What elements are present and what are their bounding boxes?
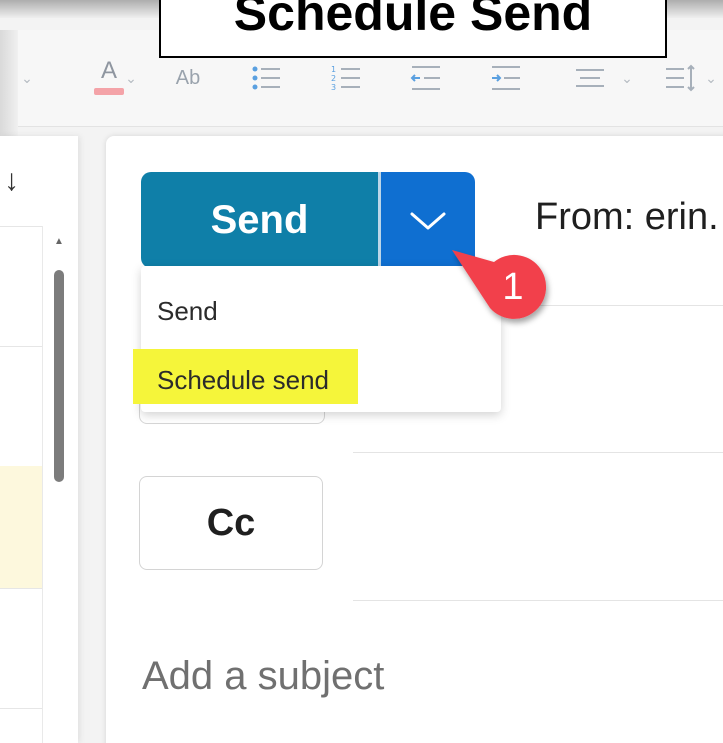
subject-input[interactable] bbox=[142, 646, 702, 706]
menu-item-label: Schedule send bbox=[157, 365, 330, 395]
svg-text:1: 1 bbox=[331, 65, 336, 74]
clear-formatting-icon[interactable]: Ab bbox=[168, 60, 208, 96]
align-icon[interactable] bbox=[570, 60, 610, 96]
send-split-button: Send bbox=[141, 172, 475, 268]
decrease-indent-icon[interactable] bbox=[406, 60, 446, 96]
chevron-down-icon[interactable]: ⌄ bbox=[704, 68, 718, 88]
list-item[interactable] bbox=[0, 466, 42, 588]
menu-item-schedule-send[interactable]: Schedule send bbox=[133, 346, 501, 406]
list-divider bbox=[0, 226, 42, 227]
chevron-down-icon bbox=[410, 212, 446, 230]
list-divider bbox=[0, 708, 42, 709]
scrollbar-thumb[interactable] bbox=[54, 270, 64, 482]
line-spacing-icon[interactable] bbox=[660, 60, 700, 96]
step-number: 1 bbox=[502, 266, 524, 308]
list-divider bbox=[0, 346, 42, 347]
list-divider bbox=[0, 588, 42, 589]
send-options-menu: Send Schedule send bbox=[133, 266, 501, 412]
scroll-up-arrow-icon[interactable]: ▲ bbox=[54, 236, 64, 247]
sort-glyph: ↓ bbox=[4, 164, 19, 197]
caption-box: Schedule Send bbox=[159, 0, 667, 58]
field-divider bbox=[353, 600, 723, 601]
increase-indent-icon[interactable] bbox=[486, 60, 526, 96]
menu-item-send[interactable]: Send bbox=[141, 274, 501, 334]
send-button[interactable]: Send bbox=[141, 172, 378, 268]
list-separator bbox=[42, 226, 43, 743]
svg-text:2: 2 bbox=[331, 74, 336, 83]
numbering-icon[interactable]: 1 2 3 bbox=[326, 60, 366, 96]
message-list-pane: ↓ ▲ bbox=[0, 136, 78, 743]
chevron-down-icon[interactable]: ⌄ bbox=[20, 68, 34, 88]
chevron-down-icon[interactable]: ⌄ bbox=[124, 68, 138, 88]
font-color-bar bbox=[94, 88, 124, 95]
svg-text:3: 3 bbox=[331, 83, 336, 92]
cc-button[interactable]: Cc bbox=[139, 476, 323, 570]
caption-title: Schedule Send bbox=[233, 0, 593, 41]
sort-icon[interactable]: ↓ bbox=[4, 166, 19, 196]
chevron-down-icon[interactable]: ⌄ bbox=[620, 68, 634, 88]
field-divider bbox=[353, 452, 723, 453]
font-color-icon[interactable]: A bbox=[92, 56, 126, 100]
from-field[interactable]: From: erin. bbox=[535, 196, 719, 239]
clear-formatting-glyph: Ab bbox=[175, 67, 201, 89]
menu-item-label: Send bbox=[157, 296, 218, 326]
bullets-icon[interactable] bbox=[246, 60, 286, 96]
step-marker: 1 bbox=[450, 236, 564, 336]
font-color-glyph: A bbox=[100, 57, 117, 84]
screenshot-stage: ⌄ A ⌄ Ab 1 2 3 ⌄ ⌄ ↓ ▲ Send From: erin. … bbox=[0, 0, 723, 743]
